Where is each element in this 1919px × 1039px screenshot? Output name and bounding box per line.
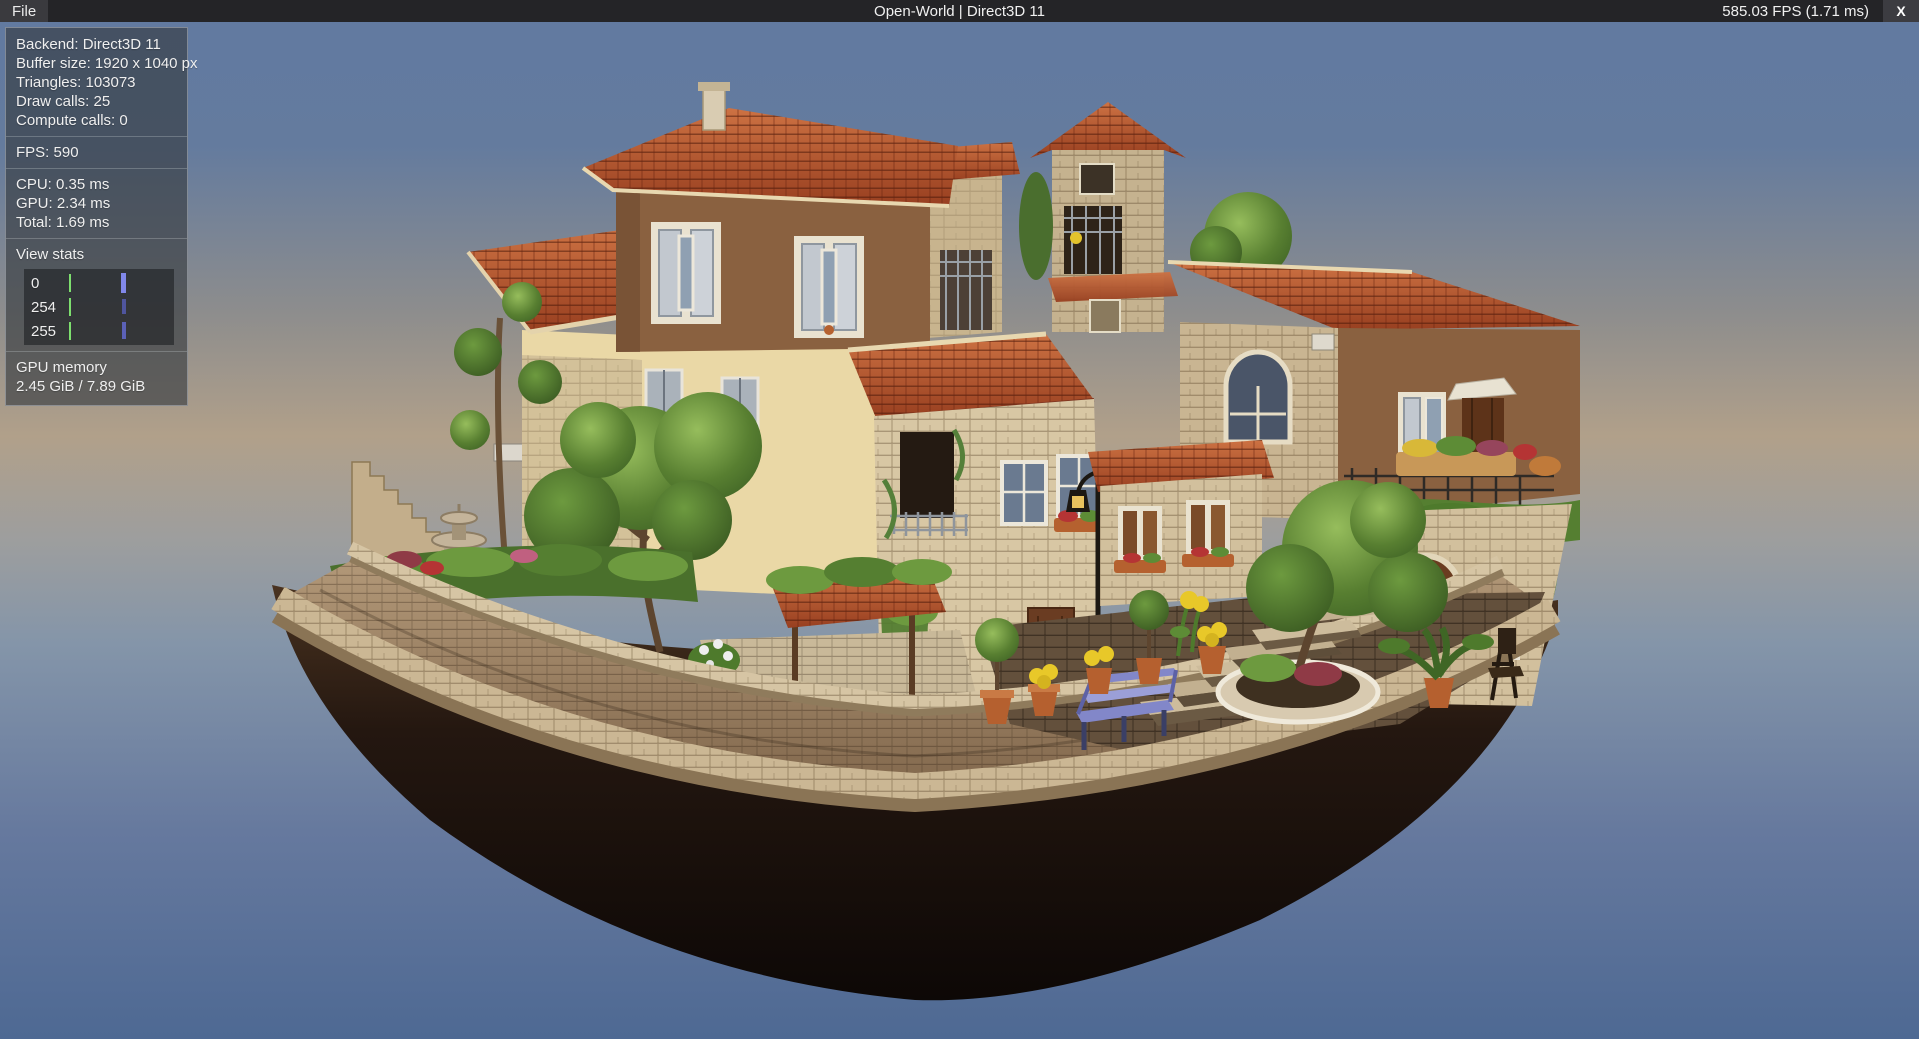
viewport-3d-scene[interactable] bbox=[0, 0, 1919, 1039]
blue-bar-marker bbox=[121, 273, 126, 293]
view-stats-row-254: 254 bbox=[24, 295, 174, 319]
stat-fps: FPS: 590 bbox=[16, 143, 177, 162]
view-stats-row-label: 0 bbox=[24, 274, 39, 293]
view-stats-histogram: 0 254 255 bbox=[24, 269, 174, 345]
stat-compute-calls: Compute calls: 0 bbox=[16, 111, 177, 130]
green-tick-marker bbox=[69, 322, 71, 340]
annex-house bbox=[1088, 440, 1274, 606]
stat-draw-calls: Draw calls: 25 bbox=[16, 92, 177, 111]
gpu-memory-value: 2.45 GiB / 7.89 GiB bbox=[16, 377, 177, 396]
green-tick-marker bbox=[69, 274, 71, 292]
close-button[interactable]: X bbox=[1883, 0, 1919, 22]
menubar: File Open-World | Direct3D 11 585.03 FPS… bbox=[0, 0, 1919, 22]
view-stats-row-0: 0 bbox=[24, 271, 174, 295]
fps-counter: 585.03 FPS (1.71 ms) bbox=[1722, 3, 1883, 20]
view-stats-row-label: 255 bbox=[24, 322, 56, 341]
file-menu[interactable]: File bbox=[0, 0, 48, 22]
blue-bar-marker bbox=[122, 322, 126, 339]
divider bbox=[6, 351, 187, 352]
stat-buffer-size: Buffer size: 1920 x 1040 px bbox=[16, 54, 177, 73]
view-stats-row-255: 255 bbox=[24, 319, 174, 343]
view-stats-row-label: 254 bbox=[24, 298, 56, 317]
window-title: Open-World | Direct3D 11 bbox=[0, 3, 1919, 20]
stat-total-time: Total: 1.69 ms bbox=[16, 213, 177, 232]
stat-backend: Backend: Direct3D 11 bbox=[16, 35, 177, 54]
gpu-memory-label: GPU memory bbox=[16, 358, 177, 377]
divider bbox=[6, 238, 187, 239]
stat-gpu-time: GPU: 2.34 ms bbox=[16, 194, 177, 213]
divider bbox=[6, 168, 187, 169]
stats-panel[interactable]: Backend: Direct3D 11 Buffer size: 1920 x… bbox=[5, 27, 188, 406]
stat-cpu-time: CPU: 0.35 ms bbox=[16, 175, 177, 194]
view-stats-label: View stats bbox=[16, 245, 177, 264]
blue-bar-marker bbox=[122, 299, 126, 314]
stat-triangles: Triangles: 103073 bbox=[16, 73, 177, 92]
green-tick-marker bbox=[69, 298, 71, 316]
divider bbox=[6, 136, 187, 137]
